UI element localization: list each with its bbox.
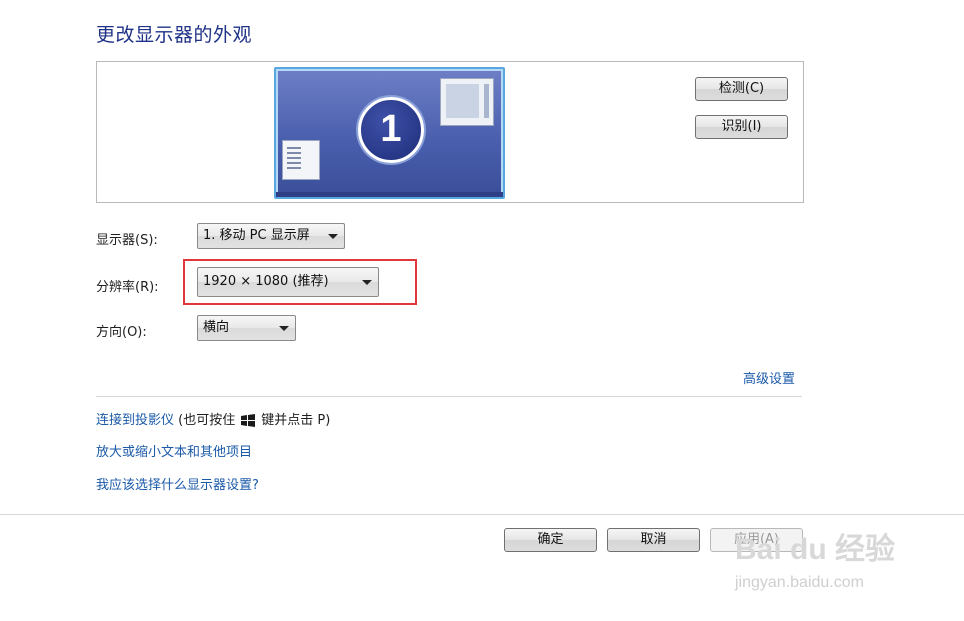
resolution-label: 分辨率(R): xyxy=(96,280,159,295)
text-size-link[interactable]: 放大或缩小文本和其他项目 xyxy=(96,441,252,460)
window-thumbnail-icon xyxy=(440,78,494,126)
divider xyxy=(96,396,802,397)
resolution-select-value: 1920 × 1080 (推荐) xyxy=(203,274,329,289)
which-settings-link[interactable]: 我应该选择什么显示器设置? xyxy=(96,474,259,493)
baidu-watermark: Bai du 经验 jingyan.baidu.com xyxy=(735,518,950,604)
chevron-down-icon xyxy=(328,234,338,239)
identify-button[interactable]: 识别(I) xyxy=(695,115,788,139)
resolution-select[interactable]: 1920 × 1080 (推荐) xyxy=(197,267,379,297)
document-thumbnail-icon xyxy=(282,140,320,180)
ok-button[interactable]: 确定 xyxy=(504,528,597,552)
projector-hint-before: (也可按住 xyxy=(178,413,236,428)
display-select[interactable]: 1. 移动 PC 显示屏 xyxy=(197,223,345,249)
projector-hint-after: 键并点击 P) xyxy=(261,413,331,428)
windows-logo-icon xyxy=(241,414,256,427)
projector-line: 连接到投影仪 (也可按住 键并点击 P) xyxy=(96,409,330,428)
monitor-preview-area: 1 检测(C) 识别(I) xyxy=(96,61,804,203)
watermark-main: Bai du 经验 xyxy=(735,533,896,566)
detect-button[interactable]: 检测(C) xyxy=(695,77,788,101)
cancel-button[interactable]: 取消 xyxy=(607,528,700,552)
watermark-sub: jingyan.baidu.com xyxy=(735,574,864,591)
chevron-down-icon xyxy=(362,280,372,285)
display-select-value: 1. 移动 PC 显示屏 xyxy=(203,228,310,243)
monitor-thumbnail[interactable]: 1 xyxy=(274,67,505,199)
footer-divider xyxy=(0,514,964,515)
orientation-select-value: 横向 xyxy=(203,320,230,335)
display-label: 显示器(S): xyxy=(96,233,158,248)
chevron-down-icon xyxy=(279,326,289,331)
page-title: 更改显示器的外观 xyxy=(96,24,253,46)
monitor-number-badge: 1 xyxy=(358,97,424,163)
connect-projector-link[interactable]: 连接到投影仪 xyxy=(96,413,174,428)
taskbar-strip xyxy=(276,192,503,197)
advanced-settings-link[interactable]: 高级设置 xyxy=(743,368,795,387)
orientation-select[interactable]: 横向 xyxy=(197,315,296,341)
orientation-label: 方向(O): xyxy=(96,325,147,340)
